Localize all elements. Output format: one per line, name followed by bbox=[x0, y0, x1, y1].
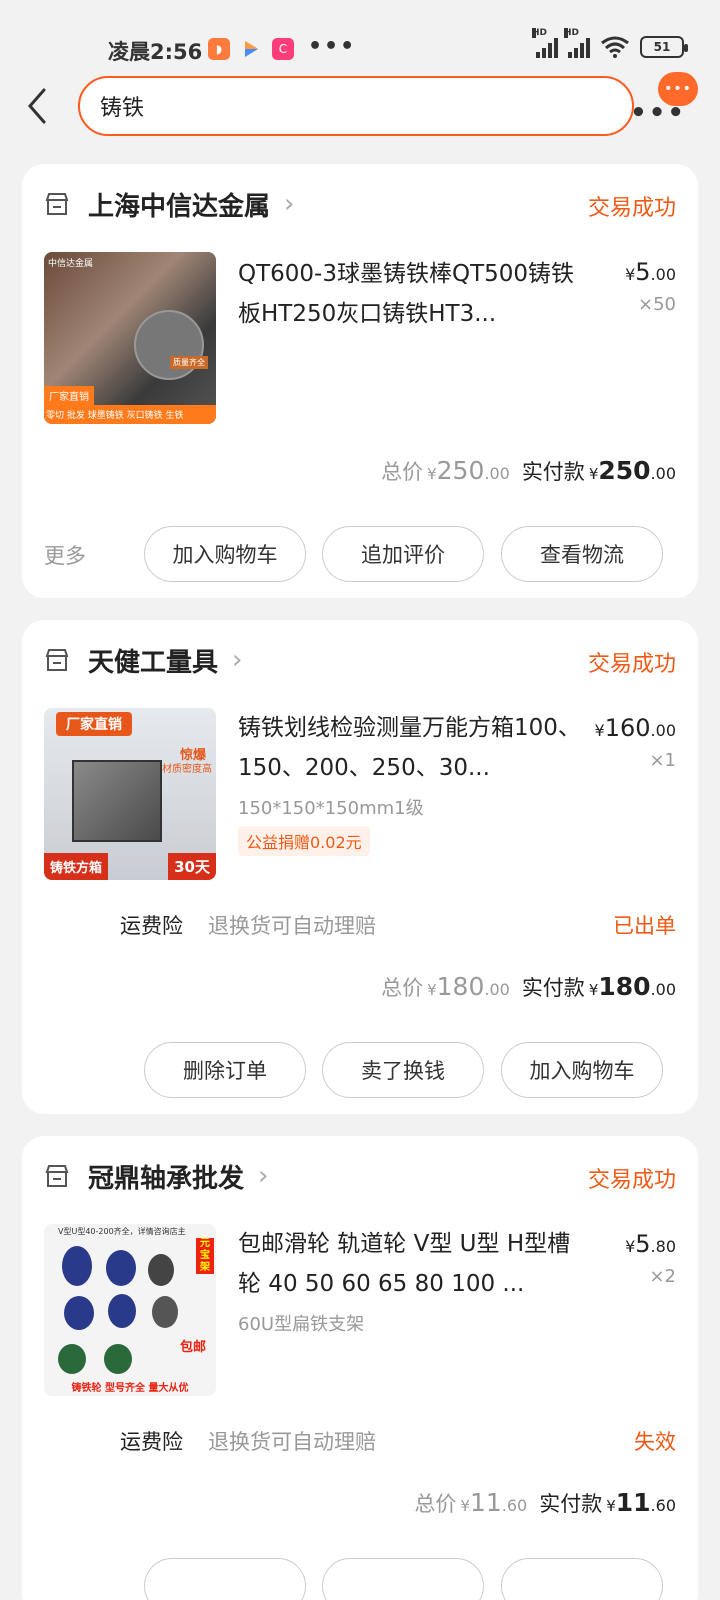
product-price: ¥5.80 bbox=[625, 1230, 676, 1258]
thumb-text: 元宝架 bbox=[196, 1238, 214, 1274]
video-app-icon bbox=[240, 38, 262, 60]
battery-icon: 51 bbox=[640, 36, 688, 58]
product-quantity: ×2 bbox=[649, 1266, 676, 1287]
order-totals: 总价 ¥11.60 实付款 ¥11.60 bbox=[414, 1488, 676, 1517]
product-price: ¥5.00 bbox=[625, 258, 676, 286]
order-totals: 总价 ¥250.00 实付款 ¥250.00 bbox=[381, 456, 676, 485]
thumb-shape bbox=[106, 1250, 136, 1286]
chevron-right-icon: › bbox=[284, 189, 295, 219]
order-card: 冠鼎轴承批发 › 交易成功 V型U型40-200齐全，详情咨询店主 元宝架 包邮… bbox=[22, 1136, 698, 1600]
shipping-insurance-status: 已出单 bbox=[613, 914, 676, 938]
thumb-shape bbox=[64, 1296, 94, 1330]
thumb-text: 铸铁轮 型号齐全 量大从优 bbox=[71, 1383, 189, 1394]
shop-icon bbox=[45, 649, 69, 671]
thumb-shape bbox=[108, 1294, 136, 1328]
search-input[interactable]: 铸铁 bbox=[78, 76, 634, 136]
order-status: 交易成功 bbox=[587, 652, 676, 677]
thumb-text: V型U型40-200齐全，详情咨询店主 bbox=[58, 1227, 186, 1236]
search-query: 铸铁 bbox=[100, 96, 145, 121]
thumb-shape bbox=[148, 1254, 174, 1286]
view-logistics-button[interactable]: 查看物流 bbox=[501, 526, 663, 582]
shipping-insurance-label: 运费险 bbox=[120, 1430, 183, 1454]
order-status: 交易成功 bbox=[587, 1168, 676, 1193]
status-time: 凌晨2:56 bbox=[108, 40, 203, 64]
signal-icon: HD bbox=[532, 28, 558, 58]
music-app-icon: C bbox=[272, 38, 294, 60]
thumb-text: 30天 bbox=[168, 853, 216, 880]
status-app-icons: ◗ C bbox=[208, 38, 294, 60]
thumb-text: 包邮 bbox=[179, 1340, 206, 1355]
action-button[interactable] bbox=[501, 1558, 663, 1600]
shop-name: 冠鼎轴承批发 bbox=[88, 1163, 245, 1194]
product-sku: 150*150*150mm1级 bbox=[238, 798, 424, 819]
thumb-shape bbox=[152, 1296, 178, 1328]
signal-icon: HD bbox=[564, 28, 590, 58]
product-title[interactable]: 包邮滑轮 轨道轮 V型 U型 H型槽轮 40 50 60 65 80 100 .… bbox=[238, 1224, 584, 1304]
product-title[interactable]: QT600-3球墨铸铁棒QT500铸铁板HT250灰口铸铁HT3... bbox=[238, 254, 584, 334]
order-status: 交易成功 bbox=[587, 196, 676, 221]
shop-header[interactable]: 上海中信达金属 › bbox=[44, 184, 294, 224]
product-image[interactable]: 中信达金属 质量齐全 厂家直销 零切 批发 球墨铸铁 灰口铸铁 生铁 bbox=[44, 252, 216, 424]
status-bar: 凌晨2:56 ◗ C ••• HD HD 51 bbox=[0, 0, 720, 70]
back-button[interactable] bbox=[20, 86, 54, 126]
chevron-right-icon: › bbox=[258, 1161, 269, 1191]
shop-header[interactable]: 天健工量具 › bbox=[44, 640, 242, 680]
menu-dots-icon: ••• bbox=[630, 98, 686, 128]
more-link[interactable]: 更多 bbox=[44, 540, 86, 570]
shipping-insurance-desc: 退换货可自动理赔 bbox=[208, 914, 376, 938]
thumb-text: 厂家直销 bbox=[56, 712, 132, 736]
thumb-shape bbox=[62, 1246, 92, 1286]
taobao-app-icon: ◗ bbox=[208, 38, 230, 60]
shop-header[interactable]: 冠鼎轴承批发 › bbox=[44, 1156, 268, 1196]
product-image[interactable]: V型U型40-200齐全，详情咨询店主 元宝架 包邮 铸铁轮 型号齐全 量大从优 bbox=[44, 1224, 216, 1396]
product-quantity: ×50 bbox=[638, 294, 676, 315]
product-sku: 60U型扁铁支架 bbox=[238, 1314, 365, 1335]
order-card: 上海中信达金属 › 交易成功 中信达金属 质量齐全 厂家直销 零切 批发 球墨铸… bbox=[22, 164, 698, 598]
product-image[interactable]: 厂家直销 惊爆 材质密度高 铸铁方箱 30天 bbox=[44, 708, 216, 880]
shop-icon bbox=[45, 1165, 69, 1187]
action-button[interactable] bbox=[322, 1558, 484, 1600]
top-bar: 铸铁 ••• ••• bbox=[0, 72, 720, 140]
shop-name: 上海中信达金属 bbox=[88, 191, 271, 222]
thumb-text: 中信达金属 bbox=[48, 259, 94, 269]
more-menu-button[interactable]: ••• ••• bbox=[630, 70, 706, 130]
back-arrow-icon bbox=[28, 88, 46, 124]
thumb-shape bbox=[58, 1344, 86, 1374]
add-to-cart-button[interactable]: 加入购物车 bbox=[144, 526, 306, 582]
shop-icon bbox=[45, 193, 69, 215]
thumb-text: 铸铁方箱 bbox=[44, 853, 109, 880]
thumb-text: 质量齐全 bbox=[170, 356, 208, 369]
action-button[interactable] bbox=[144, 1558, 306, 1600]
product-price: ¥160.00 bbox=[594, 714, 676, 742]
shop-name: 天健工量具 bbox=[88, 647, 219, 678]
status-more-icon: ••• bbox=[308, 34, 357, 59]
charity-badge: 公益捐赠0.02元 bbox=[238, 826, 370, 856]
shipping-insurance-status: 失效 bbox=[634, 1430, 676, 1454]
product-quantity: ×1 bbox=[649, 750, 676, 771]
thumb-shape bbox=[134, 310, 204, 380]
product-title[interactable]: 铸铁划线检验测量万能方箱100、150、200、250、30... bbox=[238, 708, 584, 788]
thumb-text: 零切 批发 球墨铸铁 灰口铸铁 生铁 bbox=[44, 405, 216, 424]
add-review-button[interactable]: 追加评价 bbox=[322, 526, 484, 582]
thumb-text: 材质密度高 bbox=[162, 764, 212, 775]
add-to-cart-button[interactable]: 加入购物车 bbox=[501, 1042, 663, 1098]
thumb-shape bbox=[72, 760, 162, 842]
order-card: 天健工量具 › 交易成功 厂家直销 惊爆 材质密度高 铸铁方箱 30天 铸铁划线… bbox=[22, 620, 698, 1114]
chevron-right-icon: › bbox=[232, 645, 243, 675]
shipping-insurance-desc: 退换货可自动理赔 bbox=[208, 1430, 376, 1454]
delete-order-button[interactable]: 删除订单 bbox=[144, 1042, 306, 1098]
order-totals: 总价 ¥180.00 实付款 ¥180.00 bbox=[381, 972, 676, 1001]
shipping-insurance-label: 运费险 bbox=[120, 914, 183, 938]
resell-button[interactable]: 卖了换钱 bbox=[322, 1042, 484, 1098]
wifi-icon bbox=[601, 36, 629, 58]
thumb-shape bbox=[104, 1344, 132, 1374]
thumb-text: 厂家直销 bbox=[44, 386, 94, 405]
status-indicators: HD HD 51 bbox=[532, 28, 688, 58]
